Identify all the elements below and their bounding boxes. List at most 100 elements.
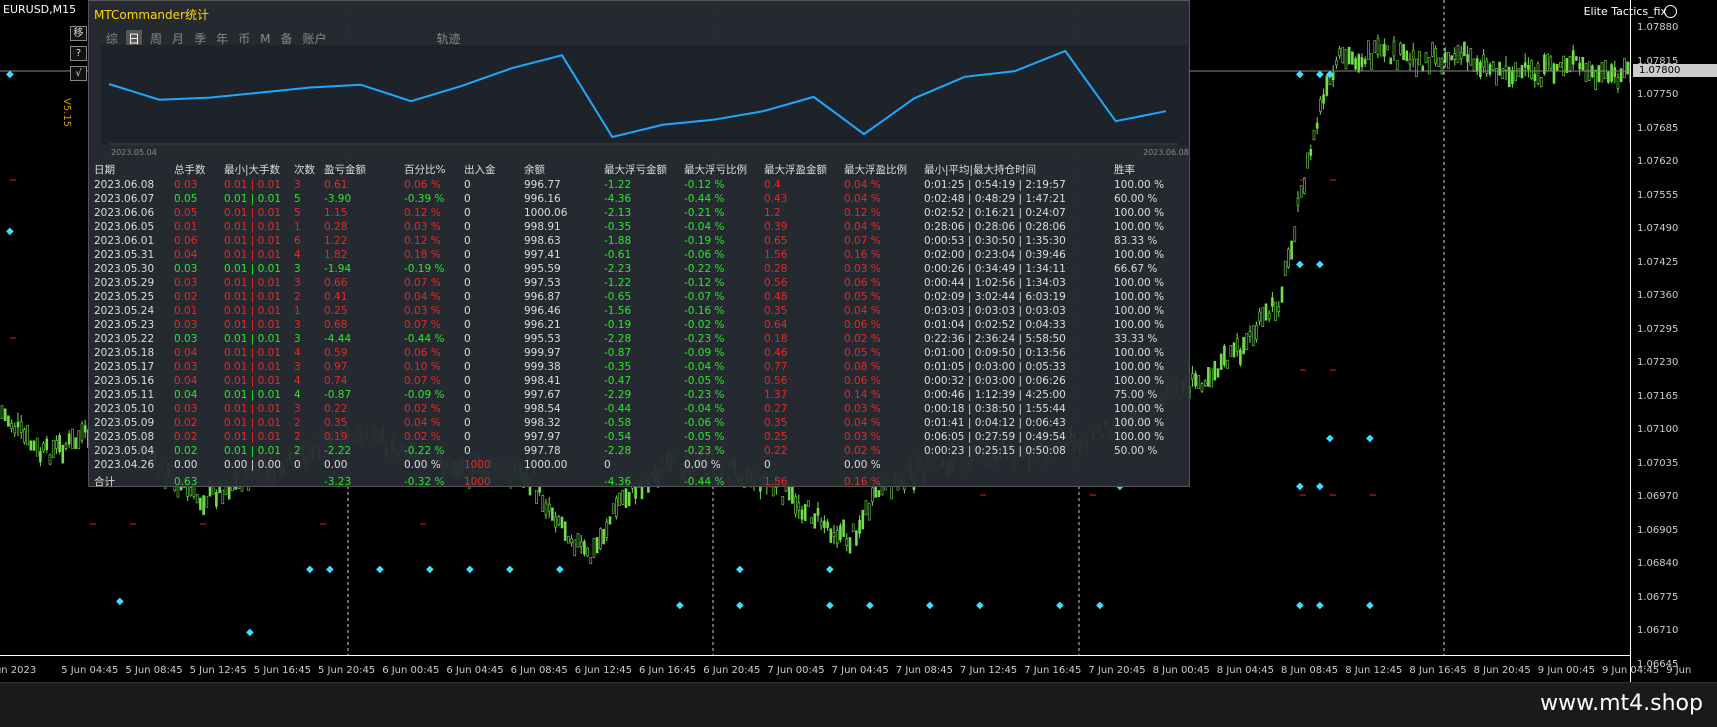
time-tick-label: 6 Jun 04:45 <box>446 665 504 676</box>
table-cell: 2023.04.26 <box>94 459 155 471</box>
table-cell: -2.22 <box>324 445 352 457</box>
table-cell: 0.18 % <box>404 249 441 261</box>
table-cell: -0.44 % <box>684 193 725 205</box>
table-cell: 0.01 <box>174 221 198 233</box>
table-cell: -0.23 % <box>684 445 725 457</box>
time-tick-label: 6 Jun 16:45 <box>639 665 697 676</box>
table-cell: 1 <box>294 221 301 233</box>
table-cell: 0.01 | 0.01 <box>224 333 281 345</box>
table-cell: -0.44 % <box>404 333 445 345</box>
table-cell: 5 <box>294 193 301 205</box>
table-cell: 0.01 | 0.01 <box>224 319 281 331</box>
table-cell: 997.78 <box>524 445 561 457</box>
table-cell: 33.33 % <box>1114 333 1158 345</box>
total-cell: -0.44 % <box>684 475 725 488</box>
table-cell: 0 <box>464 235 471 247</box>
table-cell: 0.27 <box>764 403 788 415</box>
table-cell: 0:01:04 | 0:02:52 | 0:04:33 <box>924 319 1066 331</box>
table-cell: 0 <box>464 417 471 429</box>
table-cell: -0.23 % <box>684 389 725 401</box>
table-cell: 0 <box>464 263 471 275</box>
table-cell: 0 <box>464 319 471 331</box>
table-cell: 0.04 % <box>844 417 881 429</box>
table-cell: 0 <box>464 221 471 233</box>
table-cell: 100.00 % <box>1114 361 1165 373</box>
price-axis[interactable]: 1.07800 1.07880 1.07815 1.07750 1.07685 1.07… <box>1630 0 1717 682</box>
table-cell: 2023.05.17 <box>94 361 155 373</box>
table-cell: 0 <box>764 459 771 471</box>
table-cell: 0.04 % <box>404 291 441 303</box>
svg-text:◆: ◆ <box>826 564 834 575</box>
mtcommander-panel[interactable]: MTCommander统计 综日周月季年币 M 备账户 轨迹 2023.05.04 2… <box>88 0 1190 489</box>
table-cell: 0:00:32 | 0:03:00 | 0:06:26 <box>924 375 1066 387</box>
svg-text:◆: ◆ <box>1326 433 1334 444</box>
price-tick-label: 1.07750 <box>1637 89 1679 100</box>
time-tick-label: 8 Jun 04:45 <box>1216 665 1274 676</box>
table-cell: -2.29 <box>604 389 632 401</box>
col-header: 最大浮亏金额 <box>604 164 667 176</box>
table-row: 2023.05.22 0.03 0.01 | 0.01 3 -4.44 -0.44 % 0 9… <box>94 332 1174 346</box>
time-tick-label: 8 Jun 08:45 <box>1281 665 1339 676</box>
price-tick-label: 1.07620 <box>1637 156 1679 167</box>
table-cell: 1.82 <box>324 249 348 261</box>
help-button[interactable]: ? <box>70 46 87 61</box>
svg-text:◆: ◆ <box>866 600 874 611</box>
table-cell: -0.06 % <box>684 249 725 261</box>
table-row: 2023.05.11 0.04 0.01 | 0.01 4 -0.87 -0.09 % 0 9… <box>94 388 1174 402</box>
table-cell: 1000 <box>464 459 491 471</box>
table-row: 2023.06.05 0.01 0.01 | 0.01 1 0.28 0.03 % 0 998… <box>94 220 1174 234</box>
table-cell: 0.56 <box>764 277 788 289</box>
table-cell: 0.03 % <box>404 305 441 317</box>
total-cell: 1.56 <box>764 475 788 488</box>
svg-text:◆: ◆ <box>1366 433 1374 444</box>
table-cell: 0.12 % <box>844 207 881 219</box>
table-cell: 0.00 % <box>404 459 441 471</box>
table-cell: -0.35 <box>604 221 632 233</box>
time-tick-label: 6 Jun 00:45 <box>382 665 440 676</box>
table-cell: 1.22 <box>324 235 348 247</box>
svg-text:◆: ◆ <box>6 226 14 237</box>
col-header: 最大浮盈金额 <box>764 164 827 176</box>
table-cell: 2023.05.16 <box>94 375 155 387</box>
equity-end-date: 2023.06.08 <box>1143 148 1189 157</box>
check-button[interactable]: √ <box>70 66 87 81</box>
table-cell: -0.44 <box>604 403 632 415</box>
svg-text:◆: ◆ <box>306 564 314 575</box>
table-cell: 0 <box>464 249 471 261</box>
time-tick-label: 5 Jun 16:45 <box>253 665 311 676</box>
price-tick-label: 1.06840 <box>1637 558 1679 569</box>
table-cell: 0.02 <box>174 431 198 443</box>
move-button[interactable]: 移 <box>70 26 87 41</box>
table-cell: -0.39 % <box>404 193 445 205</box>
total-cell <box>224 472 294 489</box>
price-tick-label: 1.07360 <box>1637 290 1679 301</box>
col-header: 百分比% <box>404 164 446 176</box>
table-cell: 0:00:18 | 0:38:50 | 1:55:44 <box>924 403 1066 415</box>
svg-text:◆: ◆ <box>1096 600 1104 611</box>
version-label: V5.15 <box>61 98 72 128</box>
col-header: 总手数 <box>174 164 206 176</box>
svg-text:◆: ◆ <box>376 564 384 575</box>
table-cell: 997.53 <box>524 277 561 289</box>
table-cell: 0.06 % <box>404 179 441 191</box>
table-cell: 2 <box>294 431 301 443</box>
time-tick-label: 7 Jun 20:45 <box>1088 665 1146 676</box>
total-cell <box>294 472 324 489</box>
table-cell: -4.36 <box>604 193 632 205</box>
price-tick-label: 1.07490 <box>1637 223 1679 234</box>
table-cell: 0 <box>604 459 611 471</box>
time-axis[interactable]: Jun 2023 5 Jun 04:45 5 Jun 08:45 5 Jun 12:4… <box>0 655 1691 682</box>
table-cell: 0.28 <box>764 263 788 275</box>
svg-text:◆: ◆ <box>736 600 744 611</box>
table-cell: 0.02 <box>174 417 198 429</box>
table-cell: -0.04 % <box>684 403 725 415</box>
tab-7[interactable]: M <box>258 32 272 46</box>
table-cell: 0:01:00 | 0:09:50 | 0:13:56 <box>924 347 1066 359</box>
svg-text:◆: ◆ <box>116 596 124 607</box>
table-cell: 0 <box>464 361 471 373</box>
table-row: 2023.06.07 0.05 0.01 | 0.01 5 -3.90 -0.39 % 0 9… <box>94 192 1174 206</box>
table-cell: -0.35 <box>604 361 632 373</box>
table-row: 2023.06.08 0.03 0.01 | 0.01 3 0.61 0.06 % 0 996… <box>94 178 1174 192</box>
time-tick-label: 9 Jun 00:45 <box>1537 665 1595 676</box>
table-row: 2023.06.06 0.05 0.01 | 0.01 5 1.15 0.12 % 0 100… <box>94 206 1174 220</box>
